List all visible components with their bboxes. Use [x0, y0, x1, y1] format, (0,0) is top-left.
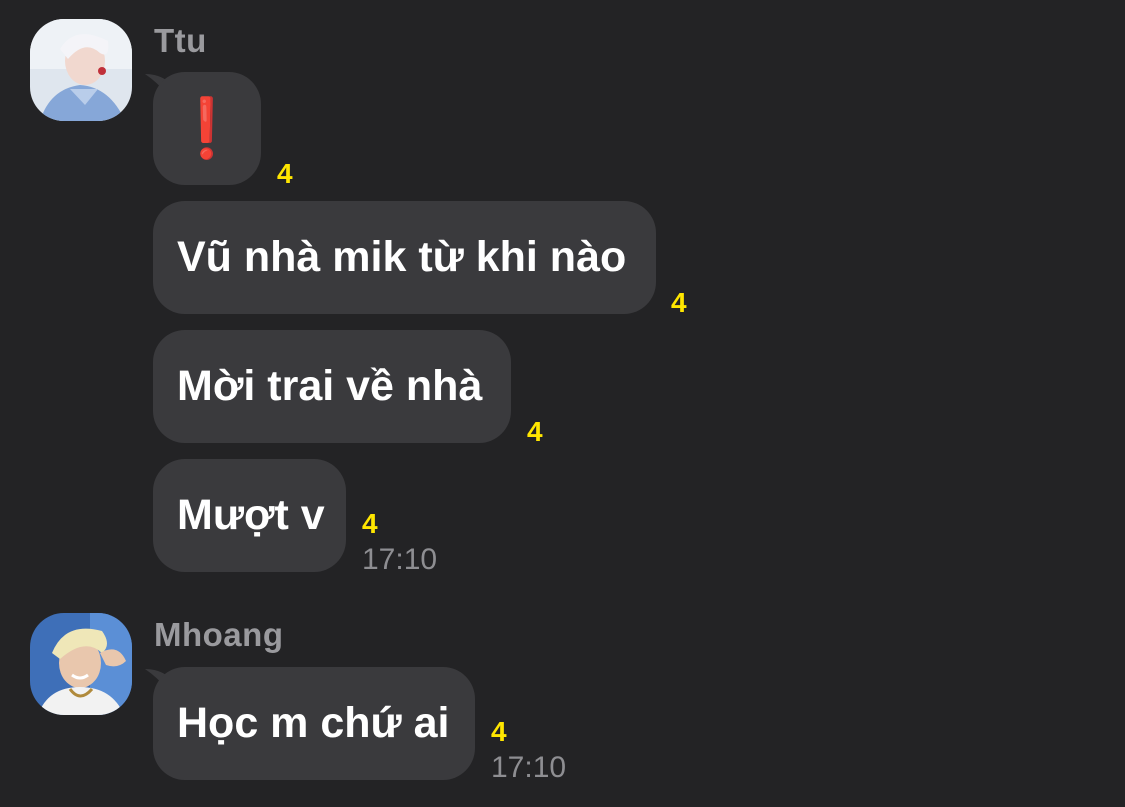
message-time: 17:10 — [362, 543, 438, 576]
unread-count: 4 — [671, 287, 687, 318]
avatar-mhoang-image — [30, 613, 132, 715]
message-bubble[interactable]: Mượt v — [153, 459, 346, 572]
avatar[interactable] — [30, 19, 132, 121]
message-time: 17:10 — [491, 751, 567, 784]
sender-name: Mhoang — [154, 616, 284, 653]
message-bubble[interactable]: Mời trai về nhà — [153, 330, 511, 443]
unread-count: 4 — [491, 716, 507, 747]
message-bubble[interactable]: ❗ — [153, 72, 261, 185]
exclamation-icon: ❗ — [170, 96, 244, 161]
message-bubble[interactable]: Học m chứ ai — [153, 667, 475, 780]
unread-count: 4 — [277, 158, 293, 189]
avatar-ttu-image — [30, 19, 132, 121]
message-text: Vũ nhà mik từ khi nào — [177, 233, 627, 281]
message-bubble[interactable]: Vũ nhà mik từ khi nào — [153, 201, 656, 314]
avatar[interactable] — [30, 613, 132, 715]
chat-area: Ttu ❗ 4 Vũ nhà mik từ khi nào 4 Mời trai… — [0, 0, 1125, 807]
message-text: Mượt v — [177, 491, 325, 539]
message-text: Mời trai về nhà — [177, 362, 483, 410]
unread-count: 4 — [362, 508, 378, 539]
unread-count: 4 — [527, 416, 543, 447]
sender-name: Ttu — [154, 22, 207, 59]
message-text: Học m chứ ai — [177, 699, 450, 747]
